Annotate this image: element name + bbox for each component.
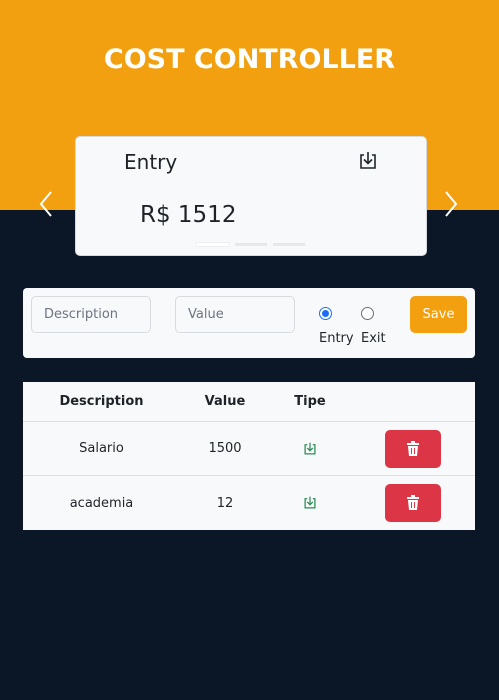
table-row: Salario 1500 xyxy=(23,422,475,476)
row-actions xyxy=(350,422,475,475)
chevron-right-icon xyxy=(445,191,458,217)
column-header-description: Description xyxy=(59,394,144,409)
row-value: 12 xyxy=(216,495,234,511)
entry-radio-label[interactable]: Entry xyxy=(319,331,354,346)
save-button[interactable]: Save xyxy=(410,296,467,333)
trash-icon xyxy=(406,440,419,456)
table-header: Description Value Tipe xyxy=(23,382,475,422)
carousel-indicators xyxy=(197,243,305,246)
value-input[interactable] xyxy=(175,296,295,333)
carousel-prev-button[interactable] xyxy=(36,189,56,219)
row-type xyxy=(270,476,350,530)
card-label: Entry xyxy=(124,150,178,174)
row-value: 1500 xyxy=(208,441,242,456)
download-box-icon xyxy=(360,152,376,169)
carousel-indicator[interactable] xyxy=(273,243,305,246)
page-title: COST CONTROLLER xyxy=(103,44,396,75)
column-header-actions xyxy=(350,382,475,421)
carousel-next-button[interactable] xyxy=(441,189,461,219)
column-header-value: Value xyxy=(204,394,246,409)
entry-form: Entry Exit Save xyxy=(23,288,475,358)
row-actions xyxy=(350,476,475,530)
row-description: academia xyxy=(69,495,134,511)
column-header-type: Tipe xyxy=(294,394,326,409)
delete-button[interactable] xyxy=(384,429,441,468)
delete-button[interactable] xyxy=(384,484,441,522)
description-input[interactable] xyxy=(31,296,151,333)
chevron-left-icon xyxy=(39,191,52,217)
row-type xyxy=(270,422,350,475)
table-row: academia 12 xyxy=(23,476,475,530)
download-box-icon xyxy=(304,442,316,455)
download-box-icon xyxy=(304,496,316,509)
trash-icon xyxy=(406,495,419,510)
carousel-indicator[interactable] xyxy=(197,243,229,246)
exit-radio-label[interactable]: Exit xyxy=(361,331,386,346)
summary-card: Entry R$ 1512 xyxy=(75,136,427,256)
carousel-indicator[interactable] xyxy=(235,243,267,246)
entry-radio[interactable] xyxy=(319,307,332,320)
exit-radio[interactable] xyxy=(361,307,374,320)
row-description: Salario xyxy=(79,441,124,456)
card-amount: R$ 1512 xyxy=(140,202,237,228)
transactions-table: Description Value Tipe Salario 1500 acad… xyxy=(23,382,475,530)
